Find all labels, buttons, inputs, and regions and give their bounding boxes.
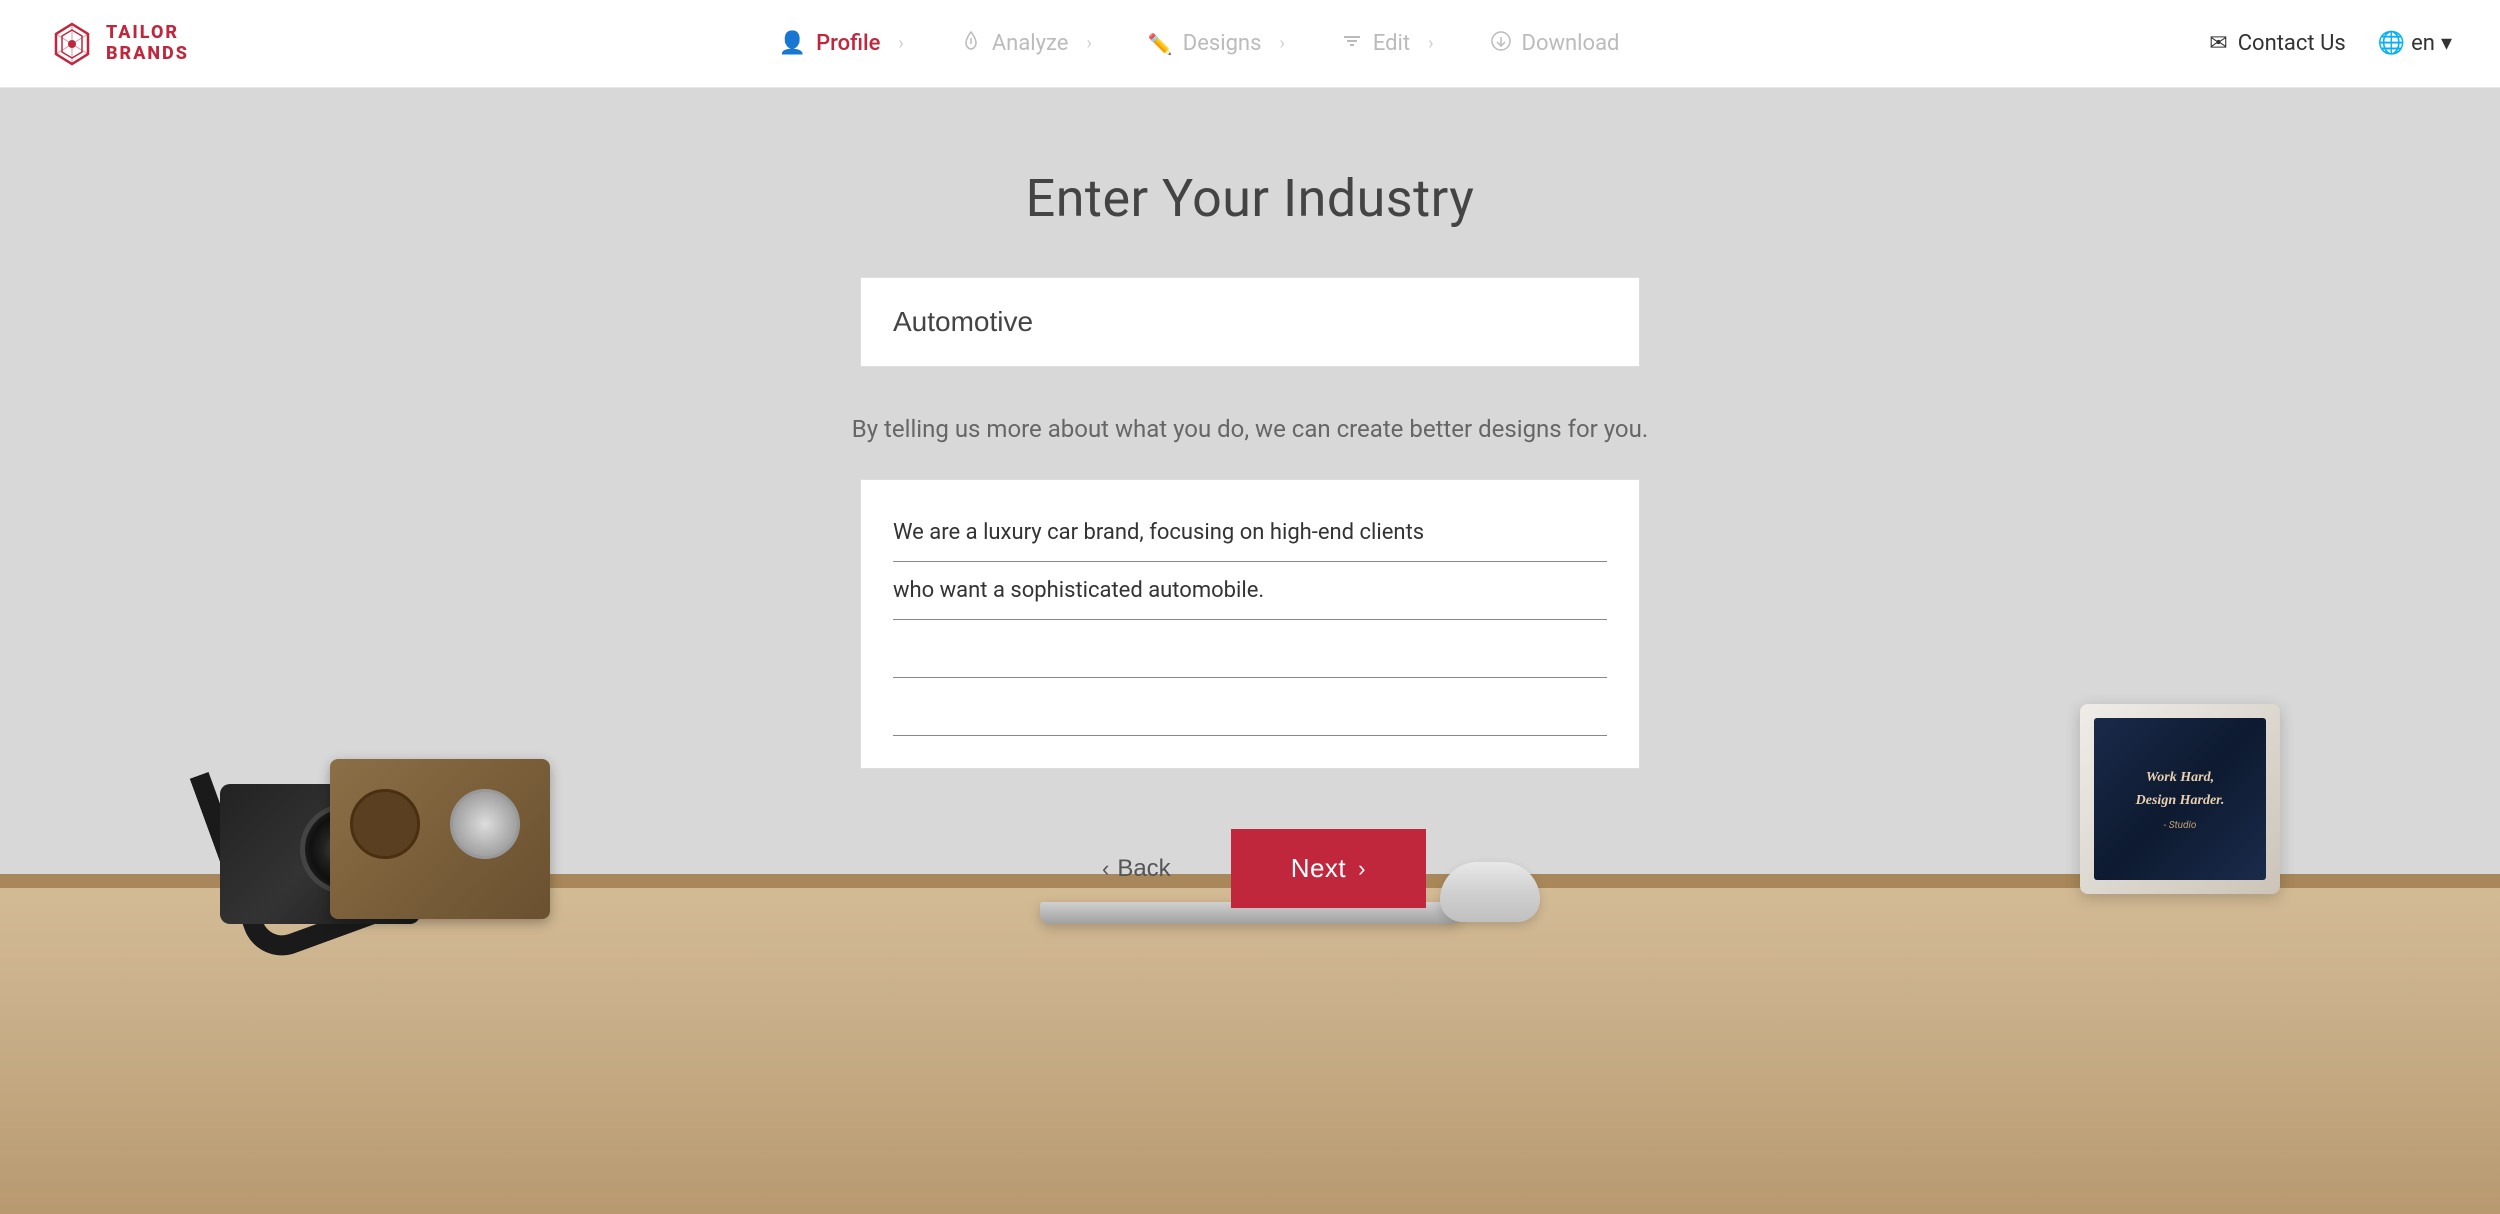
logo-text: TAILOR BRANDS	[106, 23, 189, 64]
nav-steps: 👤 Profile › Analyze › ✏️ Designs	[751, 30, 1648, 57]
header-right: ✉ Contact Us 🌐 en ▾	[2209, 31, 2452, 56]
analyze-icon	[960, 30, 982, 57]
language-selector[interactable]: 🌐 en ▾	[2378, 31, 2452, 56]
download-icon	[1490, 30, 1512, 57]
industry-input[interactable]	[893, 306, 1607, 338]
nav-step-analyze-label: Analyze	[992, 31, 1069, 56]
description-line-1[interactable]	[893, 504, 1607, 562]
nav-step-designs[interactable]: ✏️ Designs ›	[1120, 31, 1313, 56]
frame-signature: - Studio	[2164, 820, 2197, 831]
tailor-brands-logo-icon	[48, 20, 96, 68]
contact-us-button[interactable]: ✉ Contact Us	[2209, 31, 2345, 56]
edit-icon	[1341, 30, 1363, 57]
back-button[interactable]: ‹ Back	[1074, 835, 1199, 903]
back-chevron-icon: ‹	[1102, 856, 1109, 882]
language-label: en	[2411, 31, 2435, 56]
nav-step-designs-label: Designs	[1183, 31, 1262, 56]
edit-chevron-icon: ›	[1428, 33, 1433, 54]
nav-step-download-label: Download	[1522, 31, 1620, 56]
description-line-2[interactable]	[893, 562, 1607, 620]
designs-chevron-icon: ›	[1279, 33, 1284, 54]
radio-speaker	[350, 789, 420, 859]
globe-icon: 🌐	[2378, 31, 2405, 56]
next-chevron-icon: ›	[1358, 856, 1366, 882]
frame-text-line2: Design Harder.	[2136, 790, 2225, 812]
frame-text-line1: Work Hard,	[2146, 767, 2214, 789]
chevron-down-icon: ▾	[2441, 31, 2452, 56]
page-title: Enter Your Industry	[1026, 168, 1475, 229]
nav-step-analyze[interactable]: Analyze ›	[932, 30, 1120, 57]
radio-decoration	[330, 759, 550, 919]
contact-us-label: Contact Us	[2238, 31, 2346, 56]
nav-step-profile[interactable]: 👤 Profile ›	[751, 31, 932, 56]
desk-surface	[0, 874, 2500, 1214]
next-label: Next	[1291, 853, 1346, 884]
analyze-chevron-icon: ›	[1086, 33, 1091, 54]
industry-input-wrapper	[860, 277, 1640, 367]
logo[interactable]: TAILOR BRANDS	[48, 20, 189, 68]
frame-screen: Work Hard, Design Harder. - Studio	[2094, 718, 2266, 880]
desk-scene: Work Hard, Design Harder. - Studio	[0, 694, 2500, 1214]
header: TAILOR BRANDS 👤 Profile › Analyze	[0, 0, 2500, 88]
description-text: By telling us more about what you do, we…	[852, 415, 1648, 443]
profile-chevron-icon: ›	[898, 33, 903, 54]
photo-frame-decoration: Work Hard, Design Harder. - Studio	[2080, 704, 2300, 924]
person-icon: 👤	[779, 31, 806, 56]
frame-border: Work Hard, Design Harder. - Studio	[2080, 704, 2280, 894]
page-wrapper: TAILOR BRANDS 👤 Profile › Analyze	[0, 0, 2500, 1214]
nav-step-edit[interactable]: Edit ›	[1313, 30, 1462, 57]
designs-icon: ✏️	[1148, 32, 1173, 56]
back-label: Back	[1117, 855, 1170, 883]
next-button[interactable]: Next ›	[1231, 829, 1426, 908]
mouse-decoration	[1440, 862, 1540, 922]
nav-buttons: ‹ Back Next ›	[1074, 829, 1426, 908]
radio-dial	[450, 789, 520, 859]
nav-step-edit-label: Edit	[1373, 31, 1410, 56]
description-line-3[interactable]	[893, 620, 1607, 678]
nav-step-download[interactable]: Download	[1462, 30, 1648, 57]
envelope-icon: ✉	[2209, 31, 2227, 56]
nav-step-profile-label: Profile	[816, 31, 880, 56]
